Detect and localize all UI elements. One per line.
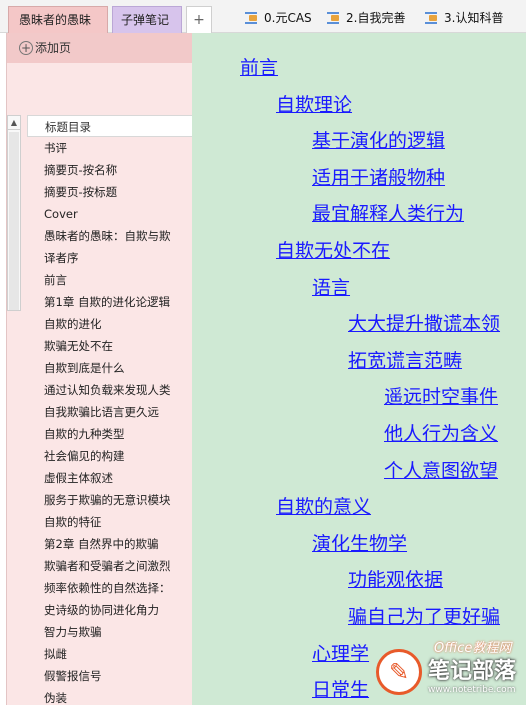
toc-link[interactable]: 日常生 xyxy=(312,675,369,702)
toc-link[interactable]: 最宜解释人类行为 xyxy=(312,199,464,226)
page-item[interactable]: 智力与欺骗 xyxy=(27,621,193,643)
page-item[interactable]: 虚假主体叙述 xyxy=(27,467,193,489)
link-label: 0.元CAS xyxy=(264,11,312,25)
toc-link[interactable]: 前言 xyxy=(240,53,278,80)
toc-link[interactable]: 功能观依据 xyxy=(348,565,443,592)
pen-icon xyxy=(376,649,422,695)
link-label: 3.认知科普 xyxy=(444,11,504,25)
toc-link[interactable]: 自欺理论 xyxy=(276,90,352,117)
watermark-url-text: www.notetribe.com xyxy=(428,685,516,695)
page-item[interactable]: 服务于欺骗的无意识模块 xyxy=(27,489,193,511)
toc-link[interactable]: 骗自己为了更好骗 xyxy=(348,602,500,629)
page-list-scrollbar[interactable]: ▲ xyxy=(7,115,21,311)
page-item[interactable]: 假警报信号 xyxy=(27,665,193,687)
link-self-improve[interactable]: 2.自我完善 xyxy=(326,6,405,32)
page-item[interactable]: 自欺的特征 xyxy=(27,511,193,533)
add-page-label: 添加页 xyxy=(35,41,72,55)
toc-link[interactable]: 大大提升撒谎本领 xyxy=(348,309,500,336)
watermark-main-text: 笔记部落 xyxy=(428,659,517,684)
page-item[interactable]: Cover xyxy=(27,203,193,225)
panel-spacer xyxy=(7,63,193,115)
toc-link[interactable]: 适用于诸般物种 xyxy=(312,163,445,190)
page-item-selected[interactable]: 标题目录 xyxy=(27,115,193,137)
page-item[interactable]: 摘要页-按标题 xyxy=(27,181,193,203)
toc-link[interactable]: 他人行为含义 xyxy=(384,419,498,446)
page-content: 前言自欺理论基于演化的逻辑 适用于诸般物种 最宜解释人类行为自欺无处不在 语言大大提升… xyxy=(192,33,526,705)
toc-link[interactable]: 语言 xyxy=(312,273,350,300)
page-item[interactable]: 前言 xyxy=(27,269,193,291)
page-item[interactable]: 欺骗无处不在 xyxy=(27,335,193,357)
page-item[interactable]: 伪装 xyxy=(27,687,193,705)
page-item[interactable]: 欺骗者和受骗者之间激烈 xyxy=(27,555,193,577)
link-icon xyxy=(244,11,260,24)
page-item[interactable]: 频率依赖性的自然选择： xyxy=(27,577,193,599)
scroll-thumb[interactable] xyxy=(9,132,19,310)
toc-link[interactable]: 基于演化的逻辑 xyxy=(312,126,445,153)
page-item[interactable]: 自我欺骗比语言更久远 xyxy=(27,401,193,423)
link-cognitive-science[interactable]: 3.认知科普 xyxy=(424,6,503,32)
page-list-panel: + 添加页 ▲ 标题目录 书评 摘要页-按名称 摘要页-按标题 Cover 愚昧者的愚昧：… xyxy=(6,33,193,705)
add-page-button[interactable]: + 添加页 xyxy=(7,33,193,63)
link-cas[interactable]: 0.元CAS xyxy=(244,6,312,32)
toc-link[interactable]: 自欺无处不在 xyxy=(276,236,390,263)
link-icon xyxy=(424,11,440,24)
page-item[interactable]: 自欺到底是什么 xyxy=(27,357,193,379)
toc-link[interactable]: 心理学 xyxy=(312,639,369,666)
page-item[interactable]: 自欺的九种类型 xyxy=(27,423,193,445)
page-item[interactable]: 第2章 自然界中的欺骗 xyxy=(27,533,193,555)
tab-bullet-journal[interactable]: 子弹笔记 xyxy=(112,6,182,33)
page-item[interactable]: 译者序 xyxy=(27,247,193,269)
tab-notebook-section[interactable]: 愚昧者的愚昧 xyxy=(8,6,108,33)
page-item[interactable]: 书评 xyxy=(27,137,193,159)
page-item[interactable]: 第1章 自欺的进化论逻辑 xyxy=(27,291,193,313)
page-item[interactable]: 史诗级的协同进化角力 xyxy=(27,599,193,621)
page-item[interactable]: 自欺的进化 xyxy=(27,313,193,335)
toc-link[interactable]: 自欺的意义 xyxy=(276,492,371,519)
add-section-button[interactable]: + xyxy=(186,6,212,33)
page-item[interactable]: 社会偏见的构建 xyxy=(27,445,193,467)
watermark: Office教程网 笔记部落 www.notetribe.com xyxy=(376,641,526,705)
scroll-up-icon[interactable]: ▲ xyxy=(8,116,20,130)
page-item[interactable]: 拟雌 xyxy=(27,643,193,665)
toc-link[interactable]: 拓宽谎言范畴 xyxy=(348,346,462,373)
add-circle-icon: + xyxy=(19,41,33,55)
toc-link[interactable]: 遥远时空事件 xyxy=(384,382,498,409)
page-item[interactable]: 摘要页-按名称 xyxy=(27,159,193,181)
section-tab-bar: 愚昧者的愚昧 子弹笔记 + 0.元CAS 2.自我完善 3.认知科普 xyxy=(0,0,526,33)
toc-link[interactable]: 演化生物学 xyxy=(312,529,407,556)
link-icon xyxy=(326,11,342,24)
toc-link[interactable]: 个人意图欲望 xyxy=(384,456,498,483)
page-item[interactable]: 愚昧者的愚昧：自欺与欺 xyxy=(27,225,193,247)
link-label: 2.自我完善 xyxy=(346,11,406,25)
page-list: 标题目录 书评 摘要页-按名称 摘要页-按标题 Cover 愚昧者的愚昧：自欺与欺 译者序前… xyxy=(27,115,193,705)
page-item[interactable]: 通过认知负载来发现人类 xyxy=(27,379,193,401)
